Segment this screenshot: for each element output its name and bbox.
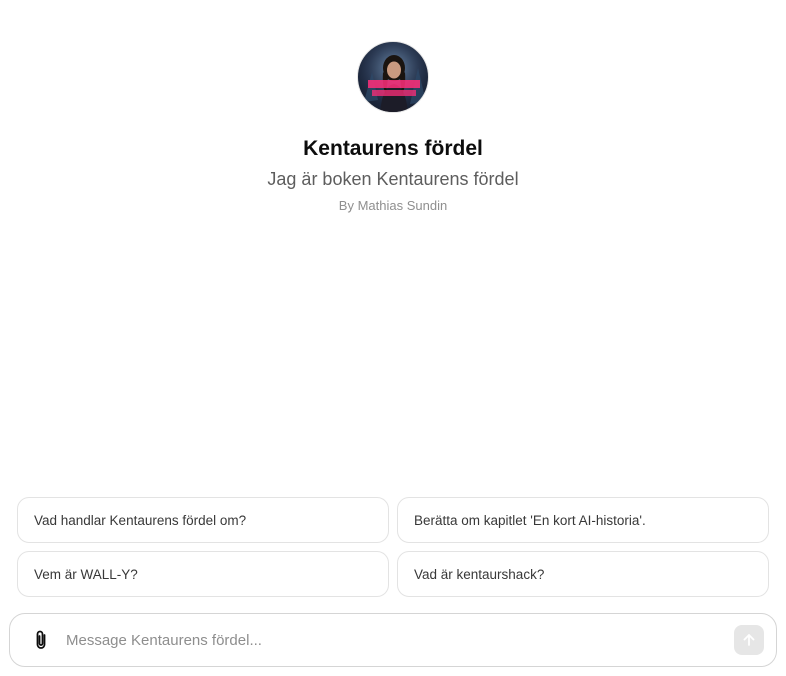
gpt-author: By Mathias Sundin (338, 198, 448, 213)
starter-button[interactable]: Vem är WALL-Y? (17, 551, 389, 597)
arrow-up-icon (743, 634, 755, 646)
paperclip-icon (36, 630, 46, 649)
gpt-title: Kentaurens fördel (303, 137, 483, 160)
starter-button[interactable]: Vad är kentaurshack? (397, 551, 769, 597)
attach-button[interactable] (30, 629, 52, 651)
starter-button[interactable]: Vad handlar Kentaurens fördel om? (17, 497, 389, 543)
message-input[interactable] (66, 625, 734, 655)
send-button[interactable] (734, 625, 764, 655)
conversation-starters: Vad handlar Kentaurens fördel om? Berätt… (17, 497, 769, 597)
message-composer (9, 613, 777, 667)
gpt-description: Jag är boken Kentaurens fördel (267, 169, 519, 189)
book-cover-avatar-icon (358, 42, 428, 112)
gpt-avatar (357, 41, 429, 113)
gpt-header: Kentaurens fördel Jag är boken Kentauren… (0, 41, 786, 213)
starter-button[interactable]: Berätta om kapitlet 'En kort AI-historia… (397, 497, 769, 543)
